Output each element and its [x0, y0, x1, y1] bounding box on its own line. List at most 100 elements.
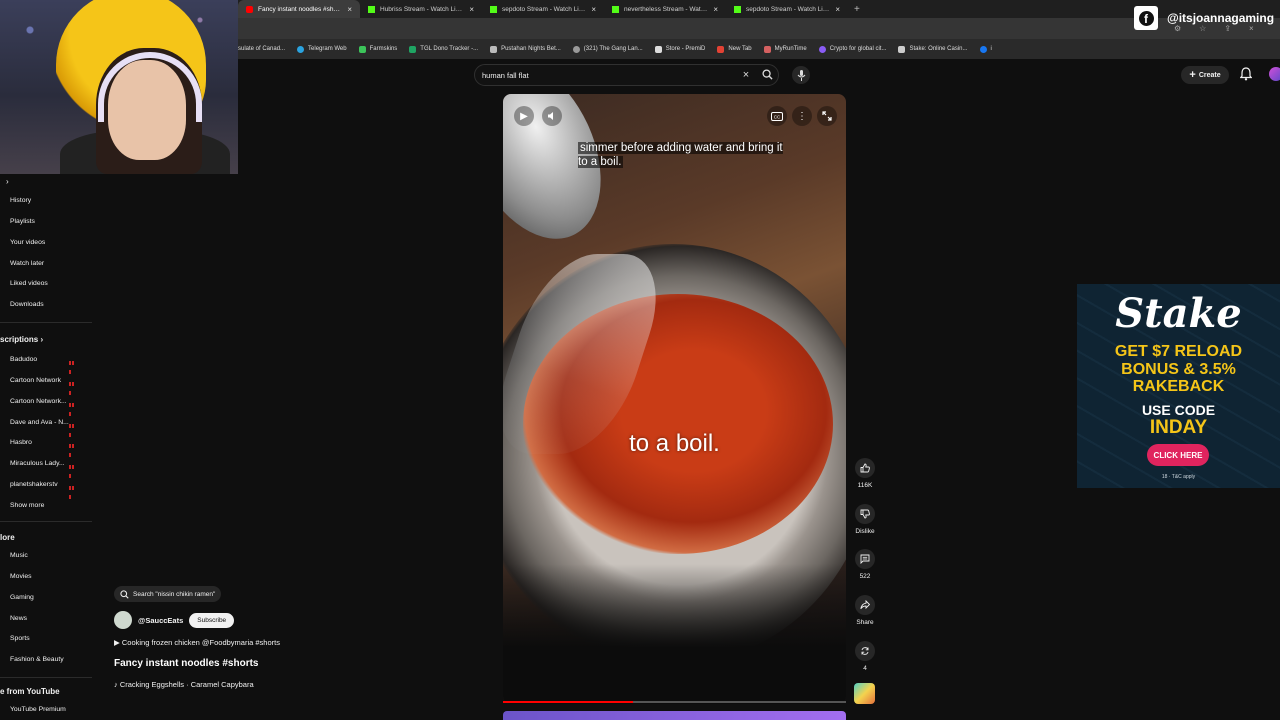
fullscreen-icon[interactable]	[817, 106, 837, 126]
clear-search-icon[interactable]: ×	[736, 69, 756, 81]
sound-link[interactable]: ♪ Cracking Eggshells · Caramel Capybara	[114, 680, 254, 689]
bookmark[interactable]: TGL Dono Tracker -...	[409, 45, 478, 53]
sound-thumbnail[interactable]	[854, 683, 875, 704]
volume-icon[interactable]	[542, 106, 562, 126]
channel-row: @SauccEats Subscribe	[114, 611, 235, 629]
remix-button[interactable]: 4	[850, 641, 880, 672]
subscription-item[interactable]: Cartoon Network	[10, 377, 61, 384]
facebook-icon	[979, 45, 987, 53]
closed-caption-text: simmer before adding water and bring it …	[578, 142, 783, 168]
bookmark[interactable]: MyRunTime	[763, 45, 807, 53]
subscribe-button[interactable]: Subscribe	[189, 612, 235, 628]
bookmark[interactable]: Telegram Web	[297, 45, 347, 53]
bookmark[interactable]: sulate of Canad...	[238, 46, 285, 52]
bookmark[interactable]: Farmskins	[358, 45, 397, 53]
crypto-icon	[818, 45, 826, 53]
bookmarks-bar: sulate of Canad... Telegram Web Farmskin…	[238, 39, 1280, 59]
voice-search-icon[interactable]	[792, 66, 810, 84]
closed-captions-icon[interactable]: CC	[767, 106, 787, 126]
stake-logo: Stake	[1115, 290, 1242, 337]
close-tab-icon[interactable]: ×	[713, 5, 718, 14]
subscription-item[interactable]: planetshakerstv	[10, 481, 58, 488]
sidebar-item-gaming[interactable]: Gaming	[10, 594, 34, 601]
comment-count: 522	[859, 573, 871, 580]
live-indicator-icon	[69, 462, 76, 478]
sidebar-item-youtube-premium[interactable]: YouTube Premium	[10, 706, 66, 713]
bookmark[interactable]: New Tab	[717, 45, 752, 53]
subscription-item[interactable]: Dave and Ava - N...	[10, 419, 69, 426]
kick-icon	[490, 5, 497, 13]
search-input[interactable]: human fall flat	[482, 71, 736, 80]
subscriptions-heading[interactable]: scriptions ›	[0, 335, 43, 344]
show-more-button[interactable]: Show more	[10, 502, 44, 509]
stake-ad-banner[interactable]: Stake GET $7 RELOAD BONUS & 3.5% RAKEBAC…	[1077, 284, 1280, 488]
browser-tab[interactable]: Hubriss Stream - Watch Live o ×	[360, 0, 482, 18]
subscription-item[interactable]: Badudoo	[10, 356, 37, 363]
more-from-youtube-heading: e from YouTube	[0, 687, 60, 696]
browser-tab-active[interactable]: Fancy instant noodles #shorts ×	[238, 0, 360, 18]
channel-avatar[interactable]	[114, 611, 132, 629]
create-button[interactable]: + Create	[1181, 66, 1229, 84]
burned-in-caption: to a boil.	[629, 430, 720, 457]
play-icon[interactable]: ▶	[514, 106, 534, 126]
dislike-button[interactable]: Dislike	[850, 504, 880, 535]
bookmark[interactable]: (321) The Gang Lan...	[572, 45, 643, 53]
sidebar-item-history[interactable]: History	[10, 197, 31, 204]
sidebar-item-movies[interactable]: Movies	[10, 573, 32, 580]
bookmark[interactable]: i	[979, 45, 992, 53]
bookmark[interactable]: Crypto for global cit...	[818, 45, 886, 53]
share-button[interactable]: Share	[850, 595, 880, 626]
sidebar-item-liked-videos[interactable]: Liked videos	[10, 280, 48, 287]
search-suggestion-chip[interactable]: Search "nissin chikin ramen"	[114, 586, 222, 602]
bookmark[interactable]: Pustahan Nights Bet...	[490, 45, 561, 53]
bookmark[interactable]: Store - PremiD	[654, 45, 705, 53]
sidebar-item-news[interactable]: News	[10, 615, 27, 622]
kick-icon	[734, 5, 741, 13]
live-indicator-icon	[69, 358, 76, 374]
close-tab-icon[interactable]: ×	[591, 5, 596, 14]
browser-tab[interactable]: nevertheless Stream - Watch Li ×	[604, 0, 726, 18]
bookmark[interactable]: Stake: Online Casin...	[898, 45, 968, 53]
close-tab-icon[interactable]: ×	[347, 5, 352, 14]
video-progress-bar[interactable]	[503, 701, 846, 703]
live-indicator-icon	[69, 483, 76, 499]
sidebar-item-sports[interactable]: Sports	[10, 635, 30, 642]
stake-icon	[898, 45, 906, 53]
sidebar-divider	[0, 521, 92, 522]
like-button[interactable]: 116K	[850, 458, 880, 489]
browser-tab[interactable]: sepdoto Stream - Watch Live o ×	[482, 0, 604, 18]
new-tab-button[interactable]: +	[848, 4, 866, 15]
browser-tab[interactable]: sepdoto Stream - Watch Live o ×	[726, 0, 848, 18]
sidebar-item-playlists[interactable]: Playlists	[10, 218, 35, 225]
svg-text:CC: CC	[774, 114, 781, 119]
kick-icon	[612, 5, 619, 13]
comments-button[interactable]: 522	[850, 549, 880, 580]
account-avatar[interactable]	[1269, 67, 1280, 81]
sidebar-item-music[interactable]: Music	[10, 552, 28, 559]
notifications-bell-icon[interactable]	[1239, 67, 1253, 83]
explore-heading: lore	[0, 533, 15, 542]
telegram-icon	[297, 45, 305, 53]
browser-tab-bar: Fancy instant noodles #shorts × Hubriss …	[238, 0, 1280, 18]
tab-title: sepdoto Stream - Watch Live o	[746, 5, 831, 13]
sidebar-item-watch-later[interactable]: Watch later	[10, 260, 44, 267]
close-tab-icon[interactable]: ×	[469, 5, 474, 14]
subscription-item[interactable]: Cartoon Network...	[10, 398, 67, 405]
shorts-video-player[interactable]: ▶ CC ⋮ simmer before adding water and br…	[503, 94, 846, 704]
subscription-item[interactable]: Hasbro	[10, 439, 32, 446]
more-options-icon[interactable]: ⋮	[792, 106, 812, 126]
sidebar-item-your-videos[interactable]: Your videos	[10, 239, 45, 246]
facebook-overlay: f @itsjoannagaming	[1134, 6, 1274, 30]
sidebar-item-fashion[interactable]: Fashion & Beauty	[10, 656, 64, 663]
youtube-header: human fall flat × + Create	[238, 59, 1280, 91]
sidebar-expand-chevron-icon[interactable]: ›	[6, 177, 9, 186]
search-box[interactable]: human fall flat ×	[474, 64, 779, 86]
subscription-item[interactable]: Miraculous Lady...	[10, 460, 65, 467]
related-video-link[interactable]: ▶ Cooking frozen chicken @Foodbymaria #s…	[114, 638, 280, 647]
search-icon[interactable]	[756, 68, 778, 82]
sidebar: › History Playlists Your videos Watch la…	[0, 174, 92, 720]
close-tab-icon[interactable]: ×	[835, 5, 840, 14]
ad-click-here-button[interactable]: CLICK HERE	[1147, 444, 1209, 466]
channel-name[interactable]: @SauccEats	[138, 616, 183, 625]
sidebar-item-downloads[interactable]: Downloads	[10, 301, 44, 308]
